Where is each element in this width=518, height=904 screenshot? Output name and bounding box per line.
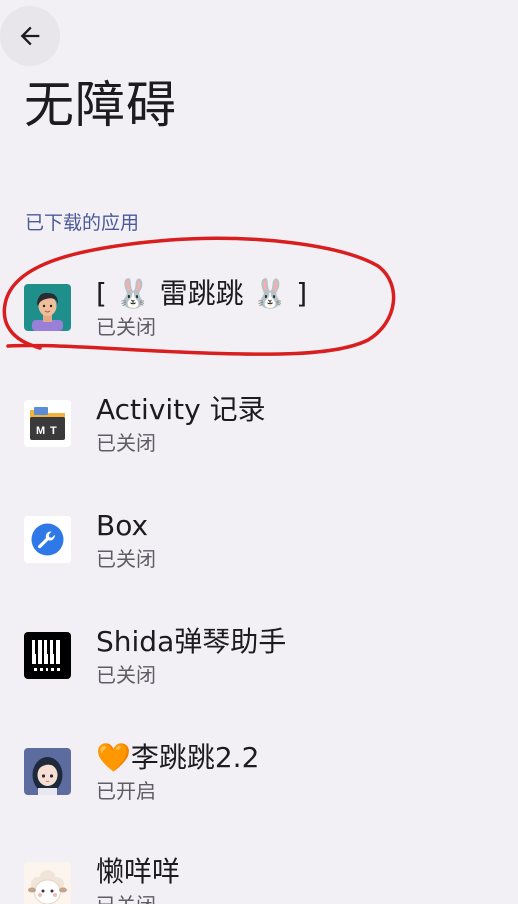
sheep-icon [24,862,71,904]
app-status: 已关闭 [96,892,156,904]
section-header-downloaded-apps: 已下载的应用 [25,212,140,234]
list-item-app-2[interactable]: Box 已关闭 [0,472,518,588]
svg-text:T: T [50,425,57,437]
page-title: 无障碍 [24,76,177,134]
list-item-app-4[interactable]: 🧡李跳跳2.2 已开启 [0,704,518,820]
app-name: Activity 记录 [96,393,266,426]
back-button[interactable] [0,6,60,66]
list-item-app-5[interactable]: 懒咩咩 已关闭 [0,820,518,904]
app-status: 已开启 [96,779,156,803]
wrench-icon [24,516,71,563]
shida-piano-icon [24,632,71,679]
list-item-app-3[interactable]: Shida弹琴助手 已关闭 [0,588,518,704]
app-name: [ 🐰 雷跳跳 🐰 ] [96,277,308,310]
list-item-app-1[interactable]: M T Activity 记录 已关闭 [0,356,518,472]
list-item-app-0[interactable]: [ 🐰 雷跳跳 🐰 ] 已关闭 [0,240,518,356]
app-status: 已关闭 [96,547,156,571]
app-name: Box [96,509,149,542]
girl-avatar-icon [24,748,71,795]
app-name: 懒咩咩 [96,855,181,888]
app-status: 已关闭 [96,315,156,339]
app-status: 已关闭 [96,663,156,687]
app-name: 🧡李跳跳2.2 [96,741,260,774]
arrow-left-icon [20,26,40,46]
svg-text:M: M [36,425,45,437]
app-name: Shida弹琴助手 [96,625,287,658]
mt-folder-icon: M T [24,400,71,447]
avatar-man-icon [24,284,71,331]
app-status: 已关闭 [96,431,156,455]
accessibility-settings-page: 无障碍 已下载的应用 [ 🐰 雷跳跳 🐰 ] 已关闭 M T Activity … [0,0,518,904]
